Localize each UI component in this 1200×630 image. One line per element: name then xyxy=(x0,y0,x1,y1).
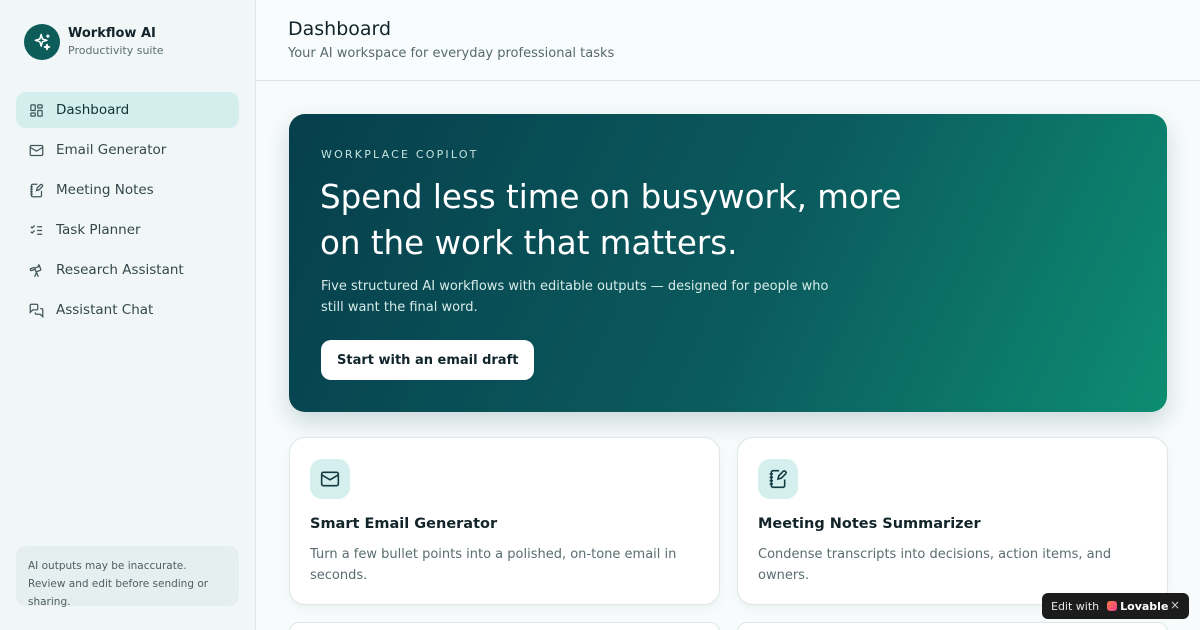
hero-description: Five structured AI workflows with editab… xyxy=(321,279,829,315)
brand-name: Workflow AI xyxy=(68,26,156,41)
edit-with-lovable-badge[interactable]: Edit with Lovable × xyxy=(1042,593,1189,619)
card-description: Condense transcripts into decisions, act… xyxy=(758,547,1112,583)
brand[interactable]: Workflow AI Productivity suite xyxy=(24,24,164,60)
notebook-pen-icon xyxy=(28,182,44,198)
hero-banner: WORKPLACE COPILOT Spend less time on bus… xyxy=(289,114,1167,412)
card-partial[interactable] xyxy=(737,622,1168,630)
sidebar: Workflow AI Productivity suite Dashboard… xyxy=(0,0,256,630)
sidebar-item-label: Research Assistant xyxy=(56,262,184,278)
sidebar-item-task-planner[interactable]: Task Planner xyxy=(16,212,239,248)
mail-icon xyxy=(310,459,350,499)
sidebar-item-email-generator[interactable]: Email Generator xyxy=(16,132,239,168)
sidebar-item-label: Assistant Chat xyxy=(56,302,154,318)
notebook-pen-icon xyxy=(758,459,798,499)
sidebar-item-label: Meeting Notes xyxy=(56,182,154,198)
sidebar-item-meeting-notes[interactable]: Meeting Notes xyxy=(16,172,239,208)
sidebar-item-label: Task Planner xyxy=(56,222,141,238)
telescope-icon xyxy=(28,262,44,278)
list-checks-icon xyxy=(28,222,44,238)
sidebar-item-dashboard[interactable]: Dashboard xyxy=(16,92,239,128)
card-smart-email-generator[interactable]: Smart Email Generator Turn a few bullet … xyxy=(289,437,720,605)
mail-icon xyxy=(28,142,44,158)
lovable-heart-icon xyxy=(1107,601,1118,611)
ai-disclaimer: AI outputs may be inaccurate. Review and… xyxy=(16,546,239,608)
badge-brand: Lovable xyxy=(1120,599,1169,613)
sparkles-icon xyxy=(24,24,60,60)
card-description: Turn a few bullet points into a polished… xyxy=(310,547,677,583)
sidebar-item-research-assistant[interactable]: Research Assistant xyxy=(16,252,239,288)
sidebar-nav: Dashboard Email Generator Meeting Notes … xyxy=(16,92,239,332)
page-title: Dashboard xyxy=(288,18,392,40)
start-email-draft-button[interactable]: Start with an email draft xyxy=(321,340,535,380)
badge-prefix: Edit with xyxy=(1051,599,1100,613)
sidebar-item-label: Dashboard xyxy=(56,102,130,118)
card-meeting-notes-summarizer[interactable]: Meeting Notes Summarizer Condense transc… xyxy=(737,437,1168,605)
hero-eyebrow: WORKPLACE COPILOT xyxy=(321,148,479,161)
close-icon[interactable]: × xyxy=(1170,598,1180,612)
page-subtitle: Your AI workspace for everyday professio… xyxy=(288,46,615,61)
brand-subtitle: Productivity suite xyxy=(68,44,164,57)
dashboard-grid-icon xyxy=(28,102,44,118)
page-header: Dashboard Your AI workspace for everyday… xyxy=(256,0,1200,81)
chat-bubbles-icon xyxy=(28,302,44,318)
card-partial[interactable] xyxy=(289,622,720,630)
sidebar-item-assistant-chat[interactable]: Assistant Chat xyxy=(16,292,239,328)
sidebar-item-label: Email Generator xyxy=(56,142,167,158)
card-title: Meeting Notes Summarizer xyxy=(758,516,981,532)
hero-title: Spend less time on busywork, more on the… xyxy=(320,178,902,262)
card-title: Smart Email Generator xyxy=(310,516,498,532)
